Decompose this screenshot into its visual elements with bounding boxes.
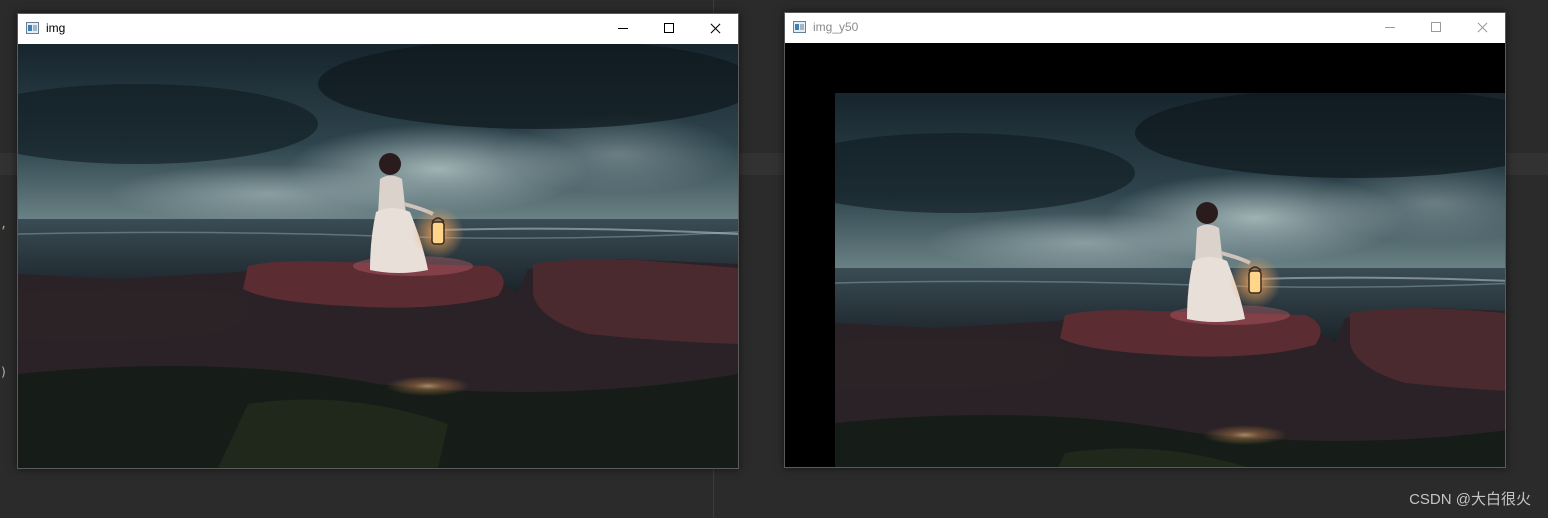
window-app-icon xyxy=(26,22,39,34)
window-titlebar[interactable]: img_y50 xyxy=(785,13,1505,43)
image-canvas xyxy=(785,43,1505,467)
scene-image xyxy=(18,44,738,468)
editor-code-fragment-comma: , xyxy=(0,217,8,231)
editor-code-fragment-paren: ) xyxy=(0,365,8,379)
scene-image xyxy=(835,93,1505,467)
window-app-icon xyxy=(793,21,806,33)
minimize-icon[interactable] xyxy=(1367,13,1413,43)
close-icon[interactable] xyxy=(692,14,738,44)
minimize-icon[interactable] xyxy=(600,14,646,44)
window-title: img_y50 xyxy=(813,20,859,34)
image-window-img[interactable]: img xyxy=(17,13,739,469)
image-canvas xyxy=(18,44,738,468)
window-titlebar[interactable]: img xyxy=(18,14,738,44)
watermark-text: CSDN @大白很火 xyxy=(1409,491,1531,508)
maximize-icon[interactable] xyxy=(646,14,692,44)
close-icon[interactable] xyxy=(1459,13,1505,43)
shifted-image xyxy=(835,93,1505,467)
image-window-img-y50[interactable]: img_y50 xyxy=(784,12,1506,468)
maximize-icon[interactable] xyxy=(1413,13,1459,43)
window-title: img xyxy=(46,21,66,35)
